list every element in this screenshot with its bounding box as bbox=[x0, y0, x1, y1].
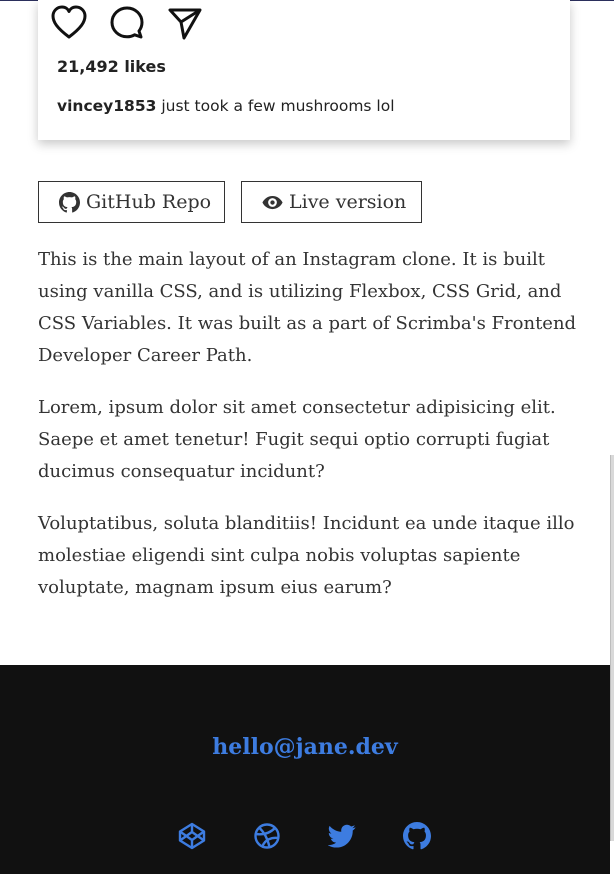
github-repo-label: GitHub Repo bbox=[86, 191, 212, 213]
dribbble-icon[interactable] bbox=[253, 822, 281, 850]
description-paragraph-1: This is the main layout of an Instagram … bbox=[38, 249, 577, 366]
twitter-icon[interactable] bbox=[327, 822, 356, 850]
scrollbar[interactable] bbox=[610, 455, 614, 841]
codepen-icon[interactable] bbox=[178, 822, 206, 850]
live-version-button[interactable]: Live version bbox=[241, 181, 422, 223]
share-icon[interactable] bbox=[166, 4, 204, 42]
caption-username[interactable]: vincey1853 bbox=[57, 97, 156, 115]
description-paragraph-3: Voluptatibus, soluta blanditiis! Incidun… bbox=[38, 513, 575, 598]
post-caption: vincey1853 just took a few mushrooms lol bbox=[57, 97, 395, 115]
email-link[interactable]: hello@jane.dev bbox=[0, 734, 610, 760]
eye-icon bbox=[262, 195, 283, 209]
post-card: 21,492 likes vincey1853 just took a few … bbox=[38, 0, 570, 140]
live-version-label: Live version bbox=[289, 191, 407, 213]
likes-count: 21,492 likes bbox=[57, 57, 166, 76]
github-icon bbox=[59, 191, 80, 212]
caption-text: just took a few mushrooms lol bbox=[156, 97, 395, 115]
github-icon[interactable] bbox=[403, 822, 431, 850]
heart-icon[interactable] bbox=[50, 4, 88, 42]
description-paragraph-2: Lorem, ipsum dolor sit amet consectetur … bbox=[38, 397, 556, 482]
footer: hello@jane.dev bbox=[0, 665, 610, 874]
github-repo-button[interactable]: GitHub Repo bbox=[38, 181, 225, 223]
comment-icon[interactable] bbox=[108, 4, 146, 42]
